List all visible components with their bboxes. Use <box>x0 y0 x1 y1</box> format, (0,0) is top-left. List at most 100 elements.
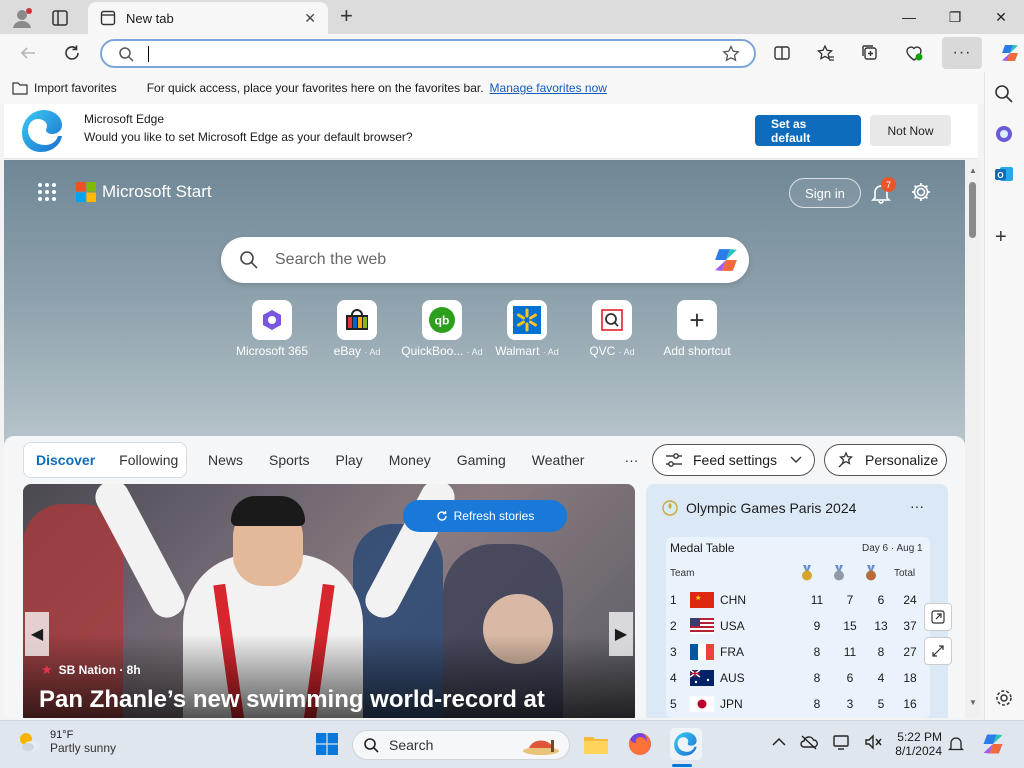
show-hidden-icons-chevron-icon[interactable] <box>772 737 786 747</box>
shortcut-label: QVC <box>589 344 616 358</box>
app-launcher-icon[interactable] <box>37 182 57 202</box>
shortcut-microsoft-365[interactable]: Microsoft 365 <box>227 300 317 358</box>
window-close-icon[interactable]: ✕ <box>978 0 1024 34</box>
hero-story-card[interactable]: Refresh stories ◀ ▶ ★ SB Nation · 8h Pan… <box>23 484 635 718</box>
collections-icon[interactable] <box>854 37 886 69</box>
outlook-icon[interactable]: O <box>994 164 1014 184</box>
shortcut-walmart[interactable]: Walmart · Ad <box>482 300 572 358</box>
feed-settings-button[interactable]: Feed settings <box>652 444 815 476</box>
address-input[interactable] <box>148 45 448 62</box>
bronze-count: 6 <box>877 593 885 607</box>
profile-avatar-icon[interactable] <box>10 6 34 30</box>
tab-sports[interactable]: Sports <box>269 452 309 468</box>
windows-start-icon[interactable] <box>316 733 338 755</box>
quickbooks-icon: qb <box>422 300 462 340</box>
import-favorites-icon[interactable] <box>12 81 28 95</box>
favorite-star-icon[interactable] <box>722 44 740 63</box>
page-settings-gear-icon[interactable] <box>910 181 932 203</box>
firefox-icon[interactable] <box>626 730 654 758</box>
sidebar-search-icon[interactable] <box>994 84 1014 104</box>
team: FRA <box>720 645 744 659</box>
back-arrow-icon[interactable] <box>12 37 44 69</box>
tab-news[interactable]: News <box>208 452 243 468</box>
copilot-search-icon[interactable] <box>711 245 741 275</box>
new-tab-plus-icon[interactable]: + <box>340 5 360 28</box>
network-cloud-icon[interactable] <box>800 734 818 750</box>
shortcut-qvc[interactable]: QVC · Ad <box>567 300 657 358</box>
sign-in-button[interactable]: Sign in <box>789 178 861 208</box>
microsoft-365-sidebar-icon[interactable] <box>994 124 1014 144</box>
more-tabs-button[interactable]: ··· <box>624 452 638 468</box>
import-favorites-link[interactable]: Import favorites <box>34 81 117 95</box>
tab-discover[interactable]: Discover <box>36 452 95 468</box>
web-search-input[interactable]: Search the web <box>275 251 386 269</box>
expand-button[interactable] <box>924 637 952 665</box>
carousel-next-button[interactable]: ▶ <box>609 612 633 656</box>
tab-following[interactable]: Following <box>119 452 178 468</box>
shortcut-ebay[interactable]: eBay · Ad <box>312 300 402 358</box>
refresh-icon[interactable] <box>56 37 88 69</box>
medal-row-jpn[interactable]: 5 JPN 8 3 5 16 <box>670 691 924 717</box>
tab-money[interactable]: Money <box>389 452 431 468</box>
volume-muted-icon[interactable] <box>864 734 882 750</box>
copilot-taskbar-icon[interactable] <box>980 731 1006 757</box>
weather-widget[interactable]: 91°F Partly sunny <box>16 729 116 755</box>
notification-bell-taskbar-icon[interactable] <box>948 736 964 752</box>
medal-row-aus[interactable]: 4 AUS 8 6 4 18 <box>670 665 924 691</box>
tab-play[interactable]: Play <box>335 452 362 468</box>
system-clock[interactable]: 5:22 PM 8/1/2024 <box>890 730 942 758</box>
svg-text:qb: qb <box>435 314 450 328</box>
scroll-up-arrow-icon[interactable]: ▲ <box>969 166 977 175</box>
refresh-stories-button[interactable]: Refresh stories <box>403 500 567 532</box>
restore-icon[interactable]: ❐ <box>932 0 978 34</box>
tab-new-tab[interactable]: New tab ✕ <box>88 2 328 34</box>
display-icon[interactable] <box>832 734 850 750</box>
shortcut-add[interactable]: + Add shortcut <box>652 300 742 358</box>
shortcut-quickbooks[interactable]: qb QuickBoo... · Ad <box>397 300 487 358</box>
sidebar-settings-gear-icon[interactable] <box>994 688 1014 708</box>
microsoft-start-brand[interactable]: Microsoft Start <box>76 182 212 202</box>
personalize-label: Personalize <box>865 452 939 468</box>
split-screen-icon[interactable] <box>766 37 798 69</box>
tab-gaming[interactable]: Gaming <box>457 452 506 468</box>
file-explorer-icon[interactable] <box>582 730 610 758</box>
browser-essentials-icon[interactable] <box>898 37 930 69</box>
copilot-icon[interactable] <box>994 37 1024 69</box>
open-in-window-button[interactable] <box>924 603 952 631</box>
close-tab-icon[interactable]: ✕ <box>304 10 316 27</box>
medal-row-usa[interactable]: 2 USA 9 15 13 37 <box>670 613 924 639</box>
add-sidebar-app-icon[interactable]: + <box>995 227 1007 247</box>
svg-text:★: ★ <box>695 594 701 602</box>
tab-weather[interactable]: Weather <box>532 452 585 468</box>
medal-day-label: Day 6 · Aug 1 <box>862 543 923 554</box>
personalize-button[interactable]: Personalize <box>824 444 947 476</box>
favorites-icon[interactable] <box>810 37 842 69</box>
olympics-title[interactable]: Olympic Games Paris 2024 <box>686 500 856 516</box>
sb-nation-star-icon: ★ <box>41 662 53 677</box>
tab-strip: New tab ✕ + — ❐ ✕ <box>0 0 1024 34</box>
carousel-prev-button[interactable]: ◀ <box>25 612 49 656</box>
edge-logo-icon <box>18 106 68 156</box>
medal-row-chn[interactable]: 1 ★ CHN 11 7 6 24 <box>670 587 924 613</box>
scroll-down-arrow-icon[interactable]: ▼ <box>969 698 977 707</box>
medal-row-fra[interactable]: 3 FRA 8 11 8 27 <box>670 639 924 665</box>
manage-favorites-link[interactable]: Manage favorites now <box>490 81 607 95</box>
taskbar-search-box[interactable]: Search <box>352 730 570 760</box>
web-search-box[interactable]: Search the web <box>221 237 749 283</box>
microsoft-logo-icon <box>76 182 96 202</box>
shortcut-label: eBay <box>333 344 361 358</box>
story-headline[interactable]: Pan Zhanle’s new swimming world-record a… <box>39 686 545 714</box>
minimize-icon[interactable]: — <box>886 0 932 34</box>
bronze-count: 4 <box>877 671 885 685</box>
set-as-default-button[interactable]: Set as default <box>755 115 861 146</box>
edge-taskbar-icon[interactable] <box>670 728 702 760</box>
address-bar[interactable] <box>100 39 756 68</box>
feed-category-tabs: News Sports Play Money Gaming Weather ··… <box>208 452 664 468</box>
svg-text:O: O <box>997 171 1003 180</box>
not-now-button[interactable]: Not Now <box>870 115 951 146</box>
tab-actions-icon[interactable] <box>50 8 70 28</box>
olympics-more-button[interactable]: ··· <box>910 498 924 514</box>
settings-more-icon[interactable]: ··· <box>942 37 982 69</box>
scrollbar-thumb[interactable] <box>969 182 976 238</box>
page-scrollbar[interactable]: ▲ ▼ <box>965 160 980 718</box>
